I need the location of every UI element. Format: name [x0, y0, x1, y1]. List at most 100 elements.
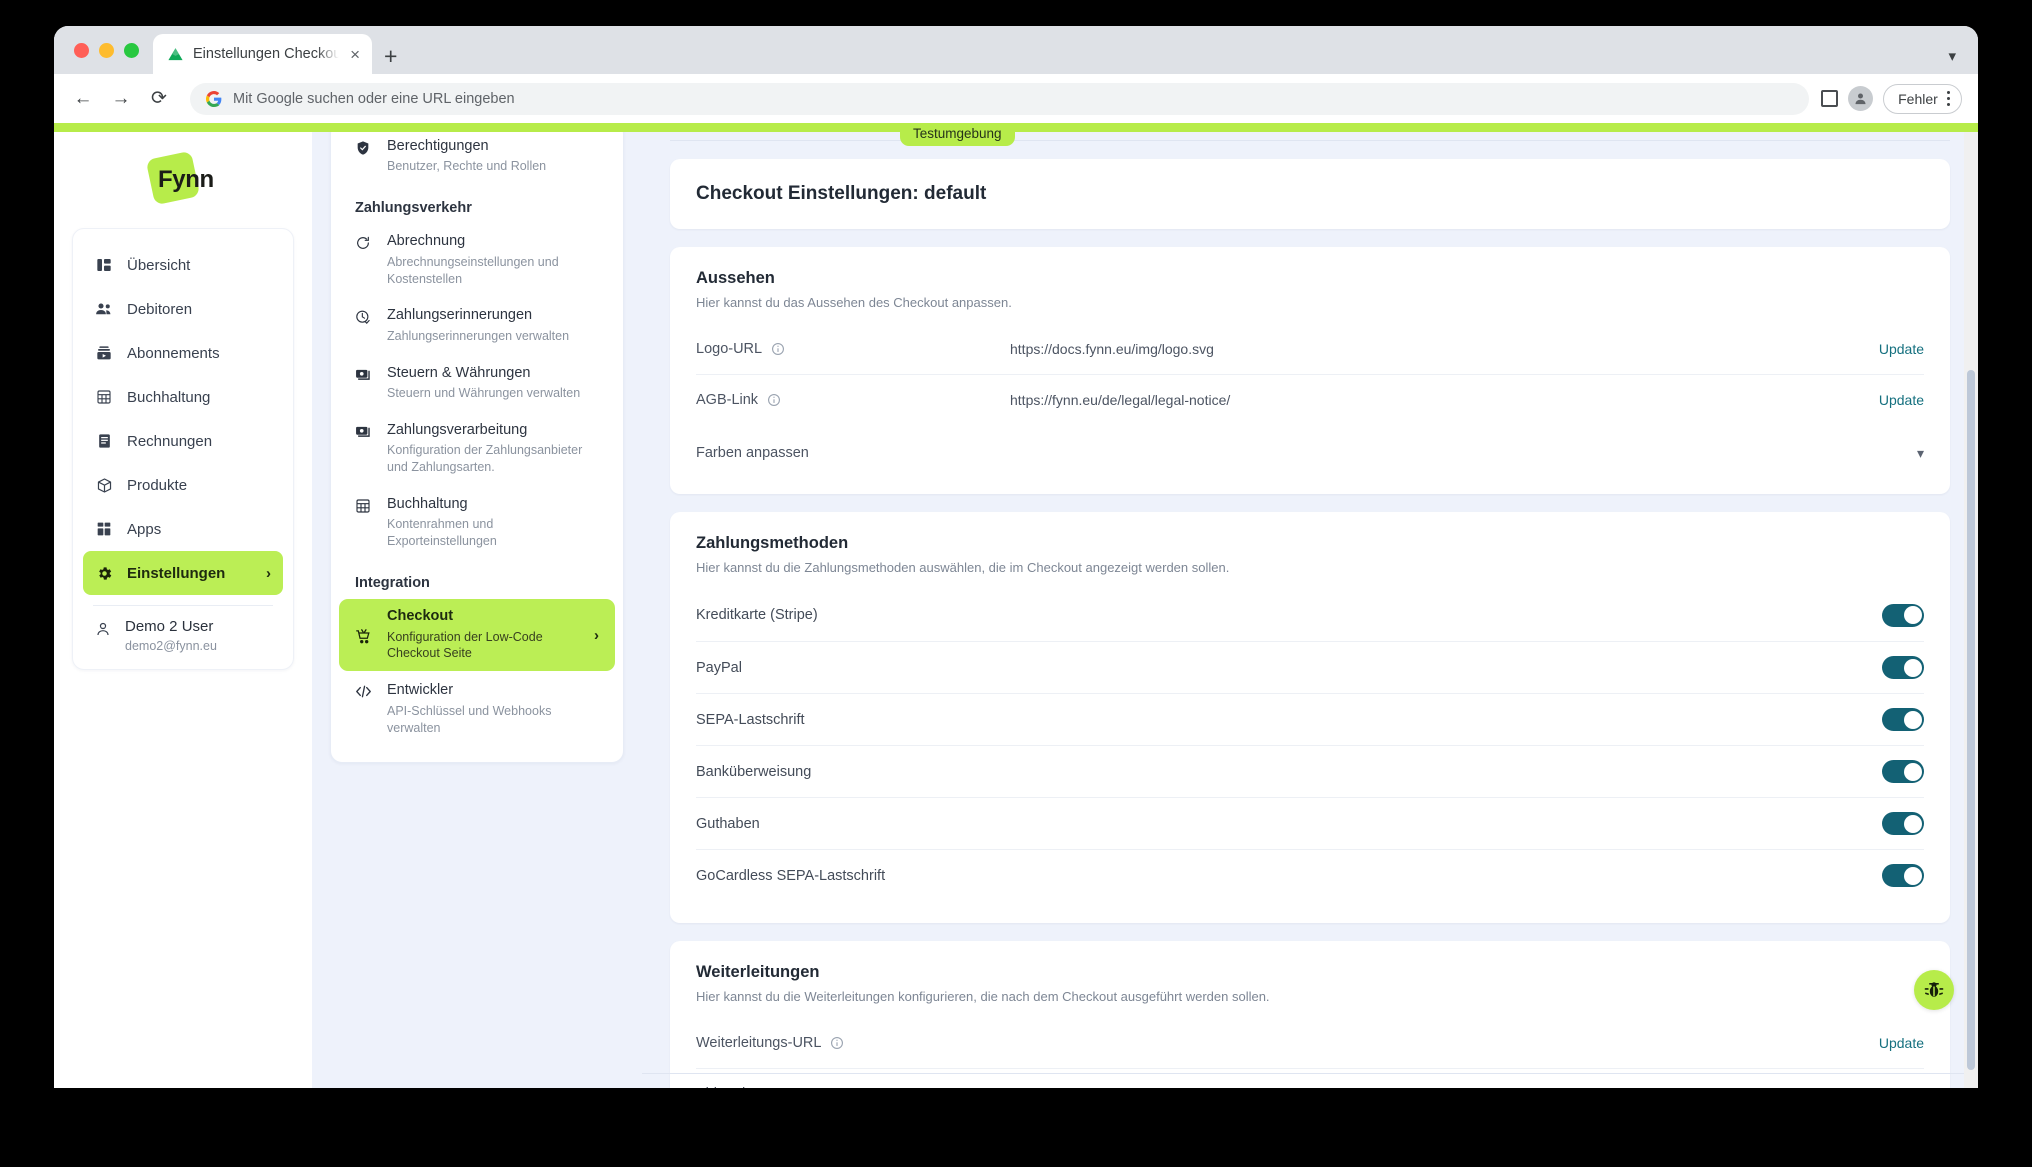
sidebar-item-einstellungen[interactable]: Einstellungen ›: [83, 551, 283, 595]
clock-check-icon: [355, 309, 373, 325]
subnav-item-steuern-waehrungen[interactable]: Steuern & Währungen Steuern und Währunge…: [339, 356, 615, 411]
update-link[interactable]: Update: [1879, 1086, 1924, 1089]
subnav-item-entwickler[interactable]: Entwickler API-Schlüssel und Webhooks ve…: [339, 673, 615, 745]
browser-toolbar: ← → ⟳ Mit Google suchen oder eine URL ei…: [54, 74, 1978, 123]
sidebar-item-label: Abonnements: [127, 344, 220, 362]
payment-method-label: GoCardless SEPA-Lastschrift: [696, 867, 886, 884]
sidebar-item-rechnungen[interactable]: Rechnungen: [83, 419, 283, 463]
banknotes-icon: [355, 424, 373, 439]
address-bar[interactable]: Mit Google suchen oder eine URL eingeben: [190, 82, 1810, 115]
subnav-item-zahlungsverarbeitung[interactable]: Zahlungsverarbeitung Konfiguration der Z…: [339, 413, 615, 485]
minimize-window-button[interactable]: [99, 42, 114, 58]
report-bug-button[interactable]: [1914, 970, 1954, 1010]
box-icon: [95, 477, 113, 494]
subnav-item-checkout[interactable]: Checkout Konfiguration der Low-Code Chec…: [339, 599, 615, 672]
update-link[interactable]: Update: [1879, 1035, 1924, 1051]
payment-method-toggle[interactable]: [1882, 656, 1924, 679]
subnav-item-title: Abrechnung: [387, 233, 466, 250]
maximize-window-button[interactable]: [124, 42, 139, 58]
sidebar-user-entry[interactable]: Demo 2 User demo2@fynn.eu: [73, 614, 293, 659]
content-top-divider: [670, 140, 1950, 141]
sidebar-item-buchhaltung[interactable]: Buchhaltung: [83, 375, 283, 419]
appearance-section: Aussehen Hier kannst du das Aussehen des…: [670, 247, 1950, 494]
payment-method-row: Banküberweisung: [696, 745, 1924, 797]
page-scrollbar-thumb[interactable]: [1967, 370, 1975, 1070]
subnav-item-abrechnung[interactable]: Abrechnung Abrechnungseinstellungen und …: [339, 224, 615, 296]
info-icon[interactable]: [830, 1036, 844, 1050]
setting-row-logo-url: Logo-URL https://docs.fynn.eu/img/logo.s…: [696, 324, 1924, 374]
payment-method-toggle[interactable]: [1882, 864, 1924, 887]
setting-label: Weiterleitungs-URL: [696, 1035, 1010, 1051]
payment-method-toggle[interactable]: [1882, 760, 1924, 783]
subnav-item-title: Buchhaltung: [387, 496, 468, 513]
info-icon[interactable]: [767, 393, 781, 407]
update-link[interactable]: Update: [1879, 392, 1924, 408]
kebab-menu-icon[interactable]: [1946, 91, 1950, 106]
toggle-knob: [1903, 710, 1922, 729]
subnav-item-desc: Steuern und Währungen verwalten: [387, 386, 581, 401]
payment-method-row: Kreditkarte (Stripe): [696, 589, 1924, 641]
code-icon: [355, 684, 373, 699]
section-description: Hier kannst du die Weiterleitungen konfi…: [696, 989, 1270, 1004]
sidebar-item-label: Buchhaltung: [127, 388, 211, 406]
browser-tab[interactable]: Einstellungen Checkout - Fynn ×: [153, 34, 372, 74]
app-logo[interactable]: Fynn: [72, 132, 294, 228]
window-traffic-lights: [70, 26, 153, 74]
gear-icon: [95, 565, 113, 582]
cart-icon: [355, 628, 373, 645]
calculator-icon: [355, 498, 373, 514]
fynn-favicon: [168, 47, 183, 60]
forward-button[interactable]: →: [104, 82, 138, 116]
sidebar-item-debitoren[interactable]: Debitoren: [83, 287, 283, 331]
subnav-item-buchhaltung[interactable]: Buchhaltung Kontenrahmen und Exporteinst…: [339, 487, 615, 559]
chevron-down-icon[interactable]: ▾: [1917, 445, 1924, 462]
setting-label-text: Weiterleitungs-URL: [696, 1035, 822, 1051]
split-view-icon[interactable]: [1821, 90, 1839, 107]
settings-subnav-column: Berechtigungen Benutzer, Rechte und Roll…: [312, 123, 642, 1088]
new-tab-button[interactable]: +: [384, 45, 397, 68]
subnav-item-zahlungserinnerungen[interactable]: Zahlungserinnerungen Zahlungserinnerunge…: [339, 298, 615, 353]
update-link[interactable]: Update: [1879, 341, 1924, 357]
subnav-item-title: Zahlungserinnerungen: [387, 307, 533, 324]
toggle-knob: [1903, 866, 1922, 885]
info-icon[interactable]: [771, 342, 785, 356]
setting-label: Abbruch-URL: [696, 1086, 1010, 1089]
subnav-item-desc: API-Schlüssel und Webhooks verwalten: [387, 703, 552, 735]
payment-method-label: SEPA-Lastschrift: [696, 711, 805, 728]
reload-button[interactable]: ⟳: [142, 82, 176, 116]
sidebar-item-abonnements[interactable]: Abonnements: [83, 331, 283, 375]
payment-method-toggle[interactable]: [1882, 603, 1924, 627]
shield-icon: [355, 140, 373, 156]
close-tab-button[interactable]: ×: [348, 46, 362, 63]
subnav-item-title: Berechtigungen: [387, 138, 489, 154]
browser-tab-strip: Einstellungen Checkout - Fynn × + ▾: [54, 26, 1978, 74]
browser-window: Einstellungen Checkout - Fynn × + ▾ ← → …: [54, 26, 1978, 1088]
payment-method-toggle[interactable]: [1882, 812, 1924, 835]
chevron-down-icon[interactable]: ▾: [1948, 47, 1956, 65]
payment-method-row: SEPA-Lastschrift: [696, 693, 1924, 745]
toolbar-right-cluster: Fehler: [1821, 83, 1962, 114]
sidebar-item-uebersicht[interactable]: Übersicht: [83, 243, 283, 287]
colors-accordion[interactable]: Farben anpassen ▾: [696, 424, 1924, 472]
primary-nav-card: Übersicht Debitoren Abonnements Buchhalt…: [72, 228, 294, 670]
page-title-card: Checkout Einstellungen: default: [670, 159, 1950, 229]
subnav-item-berechtigungen[interactable]: Berechtigungen Benutzer, Rechte und Roll…: [339, 129, 615, 184]
colors-accordion-label: Farben anpassen: [696, 445, 809, 461]
page-scrollbar[interactable]: [1964, 132, 1978, 1088]
people-icon: [95, 301, 113, 317]
test-environment-badge: Testumgebung: [900, 123, 1015, 146]
info-icon[interactable]: [793, 1087, 807, 1089]
primary-sidebar: Fynn Übersicht Debitoren Abonnements Buc…: [54, 132, 312, 1088]
payment-method-toggle[interactable]: [1882, 708, 1924, 731]
back-button[interactable]: ←: [66, 82, 100, 116]
setting-label: Logo-URL: [696, 341, 1010, 357]
error-menu-button[interactable]: Fehler: [1883, 83, 1962, 114]
section-title: Aussehen: [696, 269, 775, 287]
close-window-button[interactable]: [74, 42, 89, 58]
sidebar-item-produkte[interactable]: Produkte: [83, 463, 283, 507]
setting-value: https://fynn.eu/de/legal/legal-notice/: [1010, 391, 1231, 408]
section-title: Zahlungsmethoden: [696, 534, 849, 552]
sidebar-item-apps[interactable]: Apps: [83, 507, 283, 551]
profile-avatar[interactable]: [1848, 86, 1874, 111]
subnav-item-title: Entwickler: [387, 682, 454, 699]
